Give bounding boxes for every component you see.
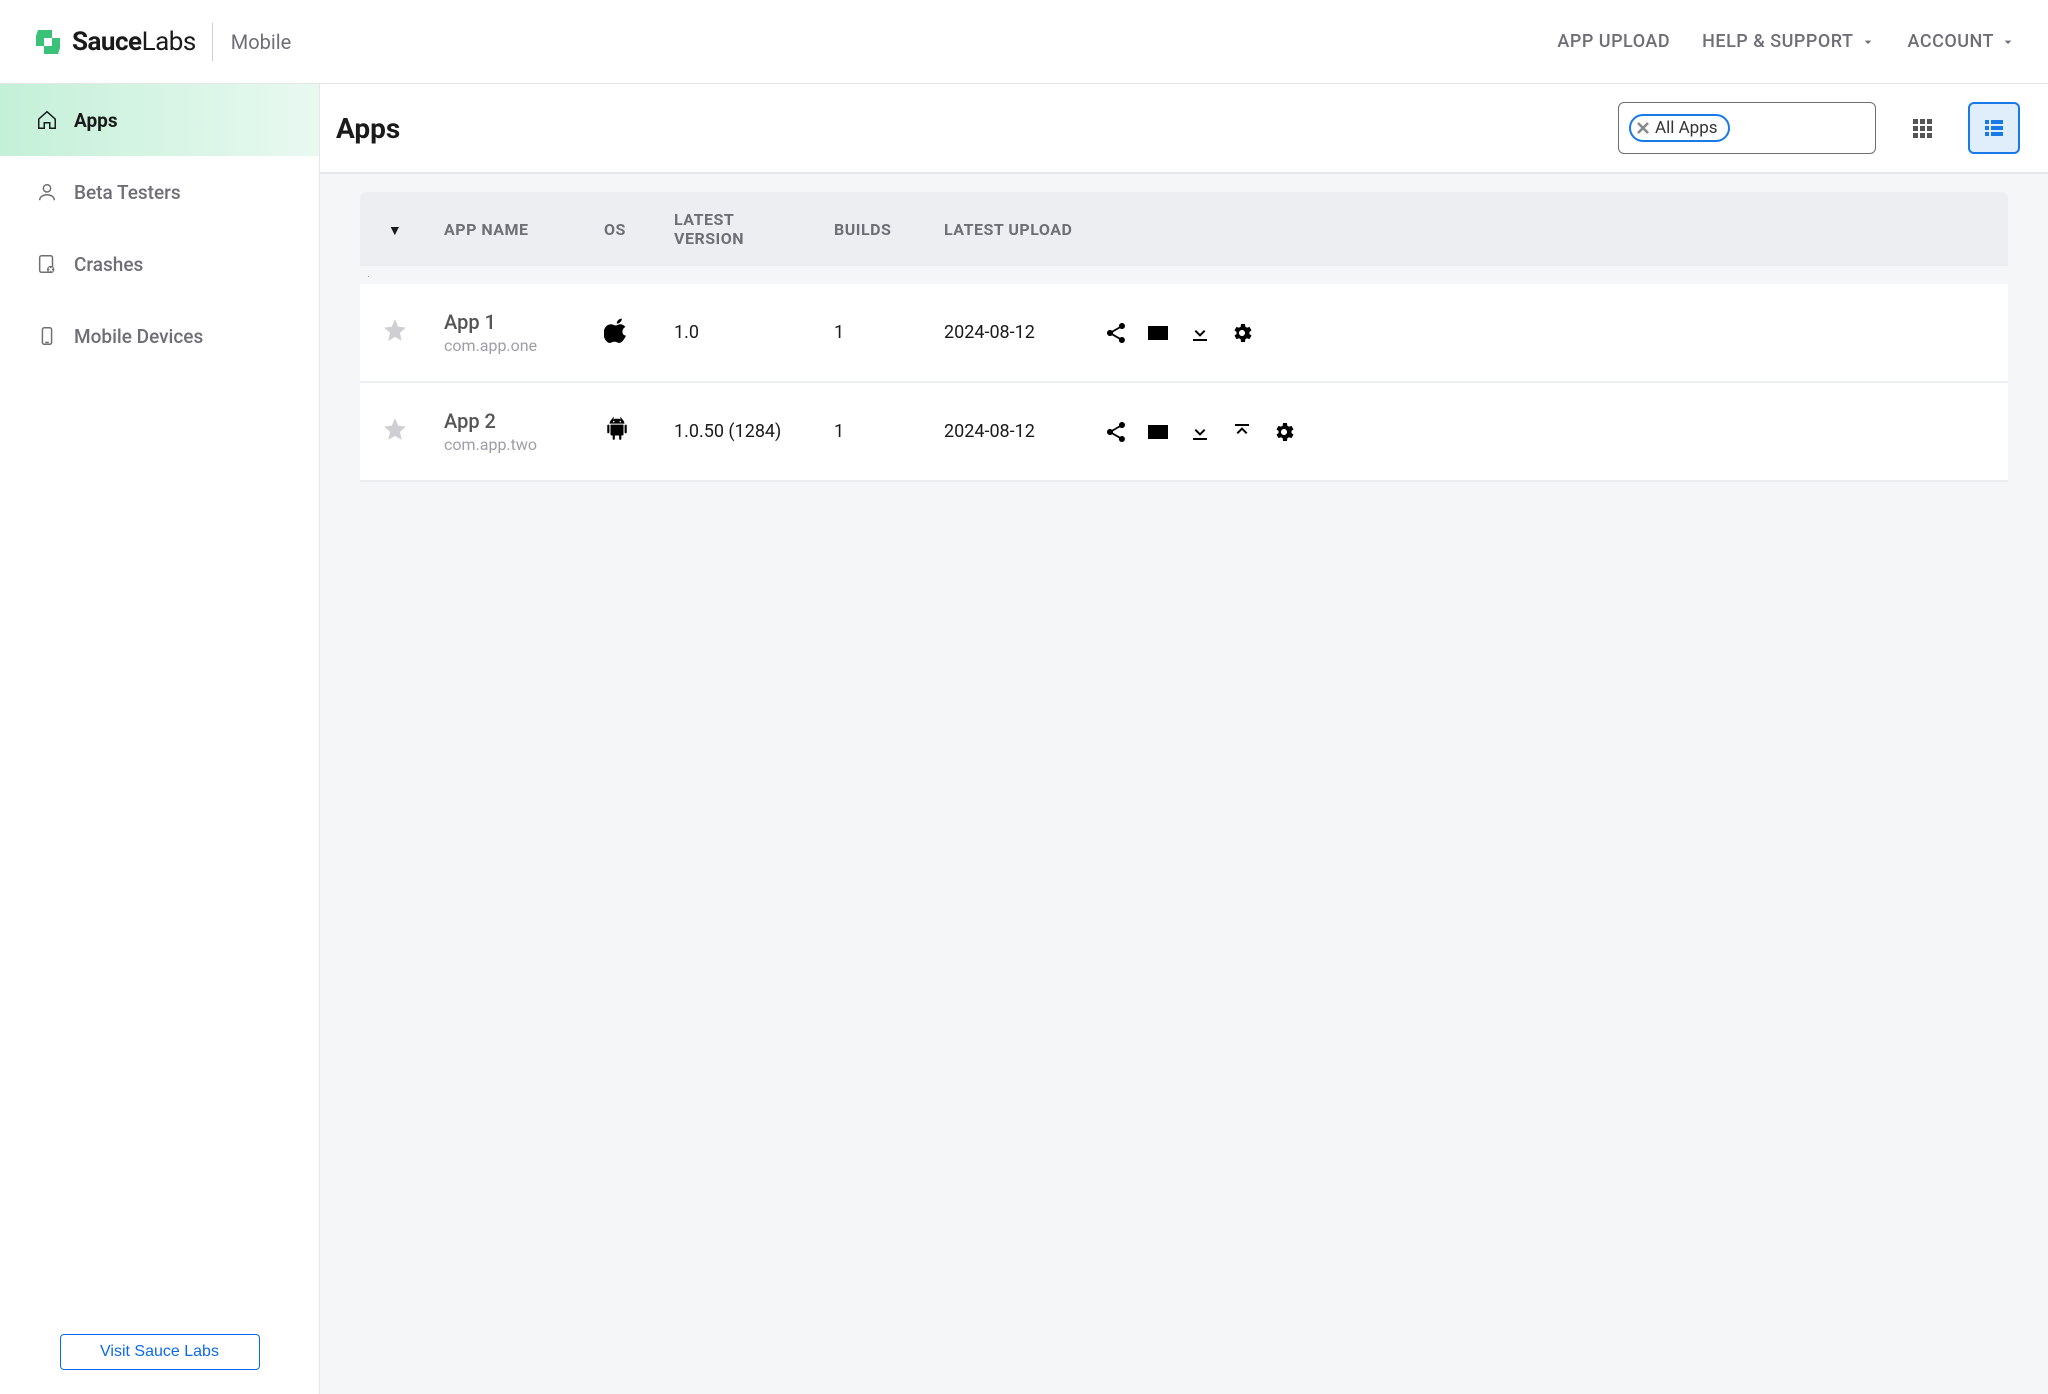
table-row[interactable]: App 2 com.app.two 1.0.50 (1284) 1 2024-0… xyxy=(360,382,2008,481)
sauce-logo-icon xyxy=(32,26,64,58)
filter-chip-label: All Apps xyxy=(1655,118,1718,138)
top-header: SauceLabs Mobile APP UPLOAD HELP & SUPPO… xyxy=(0,0,2048,84)
cell-upload-date: 2024-08-12 xyxy=(930,284,1090,382)
share-icon[interactable] xyxy=(1104,321,1128,345)
download-icon[interactable] xyxy=(1188,420,1212,444)
col-latest-upload[interactable]: LATEST UPLOAD xyxy=(930,192,1090,266)
sidebar-footer: Visit Sauce Labs xyxy=(0,1310,319,1394)
cell-upload-date: 2024-08-12 xyxy=(930,382,1090,481)
sidebar-item-label: Mobile Devices xyxy=(74,325,203,348)
list-view-button[interactable] xyxy=(1968,102,2020,154)
sidebar-item-mobile-devices[interactable]: Mobile Devices xyxy=(0,300,319,372)
brand-text: SauceLabs xyxy=(72,27,196,57)
row-actions xyxy=(1104,321,1994,345)
col-actions xyxy=(1090,192,2008,266)
page-header: Apps All Apps xyxy=(320,84,2048,174)
row-actions xyxy=(1104,420,1994,444)
user-icon xyxy=(36,181,58,203)
app-bundle-id: com.app.two xyxy=(444,435,576,454)
sort-desc-icon: ▼ xyxy=(388,223,402,239)
crash-icon xyxy=(36,253,58,275)
upload-icon[interactable] xyxy=(1230,420,1254,444)
header-divider xyxy=(212,23,213,61)
page-header-actions: All Apps xyxy=(1618,102,2020,154)
app-name: App 2 xyxy=(444,409,576,433)
filter-chip[interactable]: All Apps xyxy=(1629,114,1730,142)
gear-icon[interactable] xyxy=(1230,321,1254,345)
nav-help-support[interactable]: HELP & SUPPORT xyxy=(1702,31,1875,52)
nav-account[interactable]: ACCOUNT xyxy=(1908,31,2016,52)
mail-icon[interactable] xyxy=(1146,420,1170,444)
main-content: Apps All Apps xyxy=(320,84,2048,1394)
star-icon[interactable] xyxy=(382,317,408,343)
table-row[interactable]: App 1 com.app.one 1.0 1 2024-08-12 xyxy=(360,284,2008,382)
share-icon[interactable] xyxy=(1104,420,1128,444)
close-icon[interactable] xyxy=(1637,122,1649,134)
sidebar: Apps Beta Testers Crashes Mobile Devices… xyxy=(0,84,320,1394)
sidebar-item-beta-testers[interactable]: Beta Testers xyxy=(0,156,319,228)
download-icon[interactable] xyxy=(1188,321,1212,345)
sidebar-item-label: Crashes xyxy=(74,253,143,276)
col-os[interactable]: OS xyxy=(590,192,660,266)
app-name: App 1 xyxy=(444,310,576,334)
filter-input[interactable]: All Apps xyxy=(1618,102,1876,154)
nav-app-upload[interactable]: APP UPLOAD xyxy=(1557,31,1670,52)
cell-builds: 1 xyxy=(820,382,930,481)
star-icon[interactable] xyxy=(382,416,408,442)
sidebar-item-label: Beta Testers xyxy=(74,181,181,204)
app-bundle-id: com.app.one xyxy=(444,336,576,355)
col-builds[interactable]: BUILDS xyxy=(820,192,930,266)
grid-icon xyxy=(1910,116,1934,140)
grid-view-button[interactable] xyxy=(1896,102,1948,154)
brand-logo[interactable]: SauceLabs xyxy=(32,26,196,58)
cell-version: 1.0 xyxy=(660,284,820,382)
home-icon xyxy=(36,109,58,131)
nav-app-upload-label: APP UPLOAD xyxy=(1557,31,1670,52)
header-section-label: Mobile xyxy=(231,30,291,54)
gear-icon[interactable] xyxy=(1272,420,1296,444)
sidebar-item-apps[interactable]: Apps xyxy=(0,84,319,156)
table-header-row: ▼ APP NAME OS LATEST VERSION BUILDS LATE… xyxy=(360,192,2008,266)
cell-version: 1.0.50 (1284) xyxy=(660,382,820,481)
chevron-down-icon xyxy=(2000,34,2016,50)
spacer: . xyxy=(360,266,2008,284)
col-app-name[interactable]: APP NAME xyxy=(430,192,590,266)
content-area: ▼ APP NAME OS LATEST VERSION BUILDS LATE… xyxy=(320,174,2048,1394)
col-latest-version[interactable]: LATEST VERSION xyxy=(660,192,820,266)
sidebar-item-label: Apps xyxy=(74,109,118,132)
page-title: Apps xyxy=(336,112,400,145)
col-sort[interactable]: ▼ xyxy=(360,192,430,266)
apps-table: ▼ APP NAME OS LATEST VERSION BUILDS LATE… xyxy=(360,192,2008,482)
chevron-down-icon xyxy=(1860,34,1876,50)
sidebar-item-crashes[interactable]: Crashes xyxy=(0,228,319,300)
mail-icon[interactable] xyxy=(1146,321,1170,345)
apple-icon xyxy=(604,317,630,343)
list-icon xyxy=(1982,116,2006,140)
nav-account-label: ACCOUNT xyxy=(1908,31,1994,52)
sidebar-nav: Apps Beta Testers Crashes Mobile Devices xyxy=(0,84,319,1310)
cell-builds: 1 xyxy=(820,284,930,382)
header-left: SauceLabs Mobile xyxy=(32,23,291,61)
device-icon xyxy=(36,325,58,347)
visit-sauce-labs-button[interactable]: Visit Sauce Labs xyxy=(60,1334,260,1370)
header-right: APP UPLOAD HELP & SUPPORT ACCOUNT xyxy=(1557,31,2016,52)
android-icon xyxy=(604,416,630,442)
nav-help-support-label: HELP & SUPPORT xyxy=(1702,31,1853,52)
